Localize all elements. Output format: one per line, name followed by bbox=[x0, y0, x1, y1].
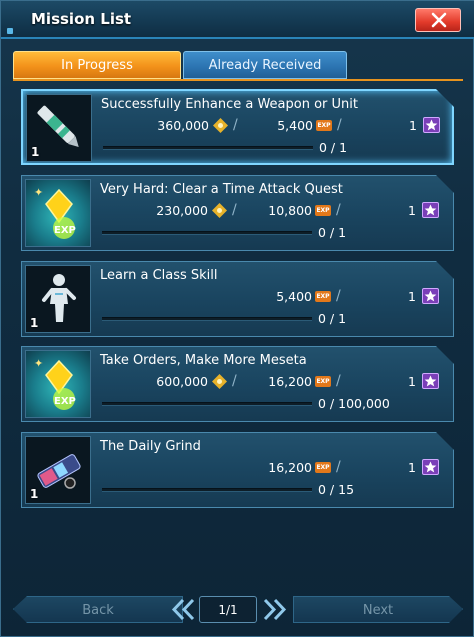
exp-icon: EXP bbox=[315, 291, 331, 302]
meseta-icon bbox=[212, 203, 227, 218]
chevron-left-icon[interactable] bbox=[171, 598, 197, 621]
progress-text: 0 / 15 bbox=[318, 482, 355, 497]
exp-crystal-icon: EXP ✦ bbox=[34, 186, 76, 239]
star-reward-count: 1 bbox=[408, 203, 416, 218]
chevron-right-icon[interactable] bbox=[261, 598, 287, 621]
exp-icon: EXP bbox=[315, 376, 331, 387]
star-icon bbox=[422, 202, 439, 218]
star-reward-count: 1 bbox=[409, 118, 417, 133]
mission-row[interactable]: 1 Learn a Class Skill 5,400 EXP / 1 0 / … bbox=[21, 261, 454, 337]
exp-reward: 5,400 bbox=[276, 289, 312, 304]
reward-separator: / bbox=[232, 202, 237, 218]
mission-row[interactable]: 1 Successfully Enhance a Weapon or Unit … bbox=[21, 89, 454, 165]
exp-reward: 5,400 bbox=[277, 118, 313, 133]
exp-reward: 16,200 bbox=[268, 460, 312, 475]
progress-text: 0 / 1 bbox=[318, 311, 347, 326]
star-icon bbox=[422, 288, 439, 304]
title-bar: Mission List bbox=[1, 1, 474, 39]
exp-icon: EXP bbox=[315, 205, 331, 216]
meseta-icon bbox=[213, 118, 228, 133]
exp-reward: 10,800 bbox=[268, 203, 312, 218]
mission-thumbnail: EXP ✦ bbox=[25, 179, 91, 247]
window-corner-marker bbox=[7, 28, 13, 34]
exp-reward: 16,200 bbox=[268, 374, 312, 389]
exp-icon: EXP bbox=[315, 462, 331, 473]
reward-separator: / bbox=[336, 373, 341, 389]
reward-separator: / bbox=[337, 117, 342, 133]
svg-text:✦: ✦ bbox=[34, 357, 43, 370]
mission-title: Take Orders, Make More Meseta bbox=[100, 353, 307, 368]
progress-bar bbox=[102, 231, 312, 235]
reward-separator: / bbox=[336, 202, 341, 218]
mission-list-window: Mission List In Progress Already Receive… bbox=[0, 0, 474, 637]
mission-title: The Daily Grind bbox=[100, 439, 201, 454]
close-button[interactable] bbox=[415, 8, 461, 32]
svg-text:EXP: EXP bbox=[54, 396, 76, 407]
mission-thumbnail: 1 bbox=[25, 265, 91, 333]
progress-bar bbox=[102, 317, 312, 321]
reward-separator: / bbox=[336, 459, 341, 475]
close-icon bbox=[431, 12, 447, 28]
progress-text: 0 / 100,000 bbox=[318, 396, 390, 411]
progress-text: 0 / 1 bbox=[318, 225, 347, 240]
star-reward-count: 1 bbox=[408, 289, 416, 304]
thumbnail-count: 1 bbox=[30, 316, 39, 330]
exp-crystal-icon: EXP ✦ bbox=[34, 357, 76, 410]
mission-thumbnail: 1 bbox=[26, 94, 92, 162]
reward-separator: / bbox=[233, 117, 238, 133]
thumbnail-count: 1 bbox=[31, 145, 40, 159]
mission-title: Successfully Enhance a Weapon or Unit bbox=[101, 97, 358, 112]
reward-separator: / bbox=[336, 288, 341, 304]
tab-divider bbox=[13, 79, 463, 81]
meseta-reward: 600,000 bbox=[156, 374, 208, 389]
mission-title: Very Hard: Clear a Time Attack Quest bbox=[100, 182, 343, 197]
progress-text: 0 / 1 bbox=[319, 140, 348, 155]
svg-text:EXP: EXP bbox=[54, 225, 76, 236]
mission-row[interactable]: EXP ✦ Very Hard: Clear a Time Attack Que… bbox=[21, 175, 454, 251]
meseta-reward: 230,000 bbox=[156, 203, 208, 218]
mission-title: Learn a Class Skill bbox=[100, 268, 218, 283]
mission-row[interactable]: EXP ✦ Take Orders, Make More Meseta 600,… bbox=[21, 346, 454, 422]
svg-text:✦: ✦ bbox=[34, 186, 43, 199]
reward-separator: / bbox=[232, 373, 237, 389]
star-reward-count: 1 bbox=[408, 460, 416, 475]
exp-icon: EXP bbox=[316, 120, 332, 131]
meseta-icon bbox=[212, 374, 227, 389]
next-button[interactable]: Next bbox=[293, 596, 463, 623]
progress-bar bbox=[102, 488, 312, 492]
star-icon bbox=[422, 373, 439, 389]
back-button[interactable]: Back bbox=[13, 596, 183, 623]
pagination-bar: Back 1/1 Next bbox=[13, 596, 463, 623]
star-icon bbox=[423, 117, 440, 133]
tab-already-received[interactable]: Already Received bbox=[183, 51, 347, 79]
star-reward-count: 1 bbox=[408, 374, 416, 389]
tab-in-progress[interactable]: In Progress bbox=[13, 51, 181, 79]
progress-bar bbox=[103, 146, 313, 150]
mission-thumbnail: 1 bbox=[25, 436, 91, 504]
page-indicator: 1/1 bbox=[199, 596, 257, 623]
meseta-reward: 360,000 bbox=[157, 118, 209, 133]
progress-bar bbox=[102, 402, 312, 406]
mission-thumbnail: EXP ✦ bbox=[25, 350, 91, 418]
star-icon bbox=[422, 459, 439, 475]
mission-row[interactable]: 1 The Daily Grind 16,200 EXP / 1 0 / 15 bbox=[21, 432, 454, 508]
window-title: Mission List bbox=[31, 10, 132, 28]
thumbnail-count: 1 bbox=[30, 487, 39, 501]
